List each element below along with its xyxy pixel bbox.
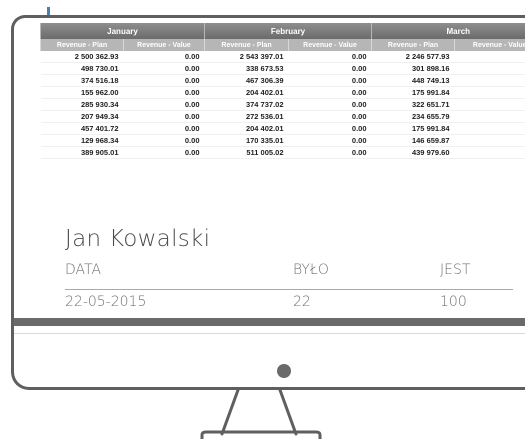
table-cell: 389 905.01 [40, 146, 124, 159]
table-cell: 0.00 [454, 110, 525, 123]
table-cell: 0.00 [454, 134, 525, 147]
revenue-table-body: 2 500 362.93 0.00 2 543 397.01 0.00 2 246 57… [40, 51, 525, 159]
table-cell: 207 949.34 [40, 110, 124, 123]
table-cell: 0.00 [288, 51, 372, 63]
table-cell: 0.00 [454, 51, 525, 63]
table-cell: 0.00 [288, 62, 372, 75]
month-header-march: March [371, 23, 525, 39]
profile-name: Jan Kowalski [65, 226, 211, 252]
table-cell: 0.00 [123, 62, 205, 75]
table-cell: 0.00 [123, 98, 205, 111]
table-cell: 0.00 [123, 51, 205, 63]
table-cell: 2 246 577.93 [371, 51, 455, 63]
table-cell: 0.00 [288, 122, 372, 135]
date-value: 22-05-2015 [65, 294, 147, 310]
table-cell: 0.00 [454, 98, 525, 111]
table-cell: 0.00 [288, 110, 372, 123]
table-cell: 0.00 [454, 62, 525, 75]
table-cell: 129 968.34 [40, 134, 124, 147]
table-cell: 374 516.18 [40, 74, 124, 87]
table-cell: 234 655.79 [371, 110, 455, 123]
now-value: 100 [440, 294, 467, 310]
table-row: 389 905.010.00511 005.020.00439 979.600.… [40, 146, 525, 159]
table-cell: 0.00 [454, 74, 525, 87]
power-button-icon[interactable] [277, 364, 291, 378]
column-header: Revenue - Plan [204, 39, 289, 51]
table-cell: 0.00 [123, 122, 205, 135]
table-cell: 175 991.84 [371, 122, 455, 135]
table-cell: 2 500 362.93 [40, 51, 124, 63]
table-cell: 0.00 [123, 146, 205, 159]
table-cell: 2 543 397.01 [204, 51, 289, 63]
table-cell: 0.00 [123, 74, 205, 87]
table-cell: 448 749.13 [371, 74, 455, 87]
table-cell: 374 737.02 [204, 98, 289, 111]
table-cell: 0.00 [288, 134, 372, 147]
table-cell: 285 930.34 [40, 98, 124, 111]
date-label: DATA [65, 262, 102, 278]
month-header-february: February [203, 23, 372, 39]
table-cell: 146 659.87 [371, 134, 455, 147]
divider [65, 289, 513, 290]
screen-bottom-edge [14, 318, 525, 326]
table-cell: 439 979.60 [371, 146, 455, 159]
table-cell: 0.00 [454, 122, 525, 135]
table-cell: 0.00 [123, 134, 205, 147]
table-cell: 338 673.53 [204, 62, 289, 75]
chin-divider [14, 333, 525, 334]
table-cell: 204 402.01 [204, 122, 289, 135]
table-row: 498 730.010.00338 673.530.00301 898.160.… [40, 62, 525, 75]
table-row: 129 968.340.00170 335.010.00146 659.870.… [40, 134, 525, 147]
table-row: 285 930.340.00374 737.020.00322 651.710.… [40, 98, 525, 111]
month-header-january: January [40, 23, 205, 39]
column-header: Revenue - Plan [371, 39, 455, 51]
table-cell: 0.00 [288, 86, 372, 99]
monitor: January February March Revenue - Plan Re… [11, 15, 525, 390]
table-cell: 511 005.02 [204, 146, 289, 159]
table-cell: 457 401.72 [40, 122, 124, 135]
column-header-row: Revenue - Plan Revenue - Value Revenue -… [40, 39, 525, 51]
table-cell: 0.00 [288, 74, 372, 87]
monitor-stand [200, 388, 322, 439]
table-cell: 170 335.01 [204, 134, 289, 147]
column-header: Revenue - Value [454, 39, 525, 51]
table-row: 207 949.340.00272 536.010.00234 655.790.… [40, 110, 525, 123]
before-label: BYŁO [293, 262, 329, 278]
table-cell: 175 991.84 [371, 86, 455, 99]
month-header-row: January February March [40, 23, 525, 39]
table-cell: 301 898.16 [371, 62, 455, 75]
table-cell: 0.00 [454, 86, 525, 99]
table-cell: 467 306.39 [204, 74, 289, 87]
table-cell: 0.00 [288, 146, 372, 159]
table-cell: 0.00 [288, 98, 372, 111]
before-value: 22 [293, 294, 311, 310]
table-cell: 0.00 [123, 110, 205, 123]
table-cell: 322 651.71 [371, 98, 455, 111]
now-label: JEST [440, 262, 471, 278]
table-row: 155 962.000.00204 402.010.00175 991.840.… [40, 86, 525, 99]
table-cell: 0.00 [123, 86, 205, 99]
column-header: Revenue - Plan [40, 39, 124, 51]
table-cell: 204 402.01 [204, 86, 289, 99]
table-row: 374 516.180.00467 306.390.00448 749.130.… [40, 74, 525, 87]
table-row: 457 401.720.00204 402.010.00175 991.840.… [40, 122, 525, 135]
table-row: 2 500 362.93 0.00 2 543 397.01 0.00 2 246 57… [40, 51, 525, 63]
revenue-table: January February March Revenue - Plan Re… [40, 23, 525, 159]
column-header: Revenue - Value [287, 39, 372, 51]
monitor-screen: January February March Revenue - Plan Re… [30, 21, 525, 318]
table-cell: 155 962.00 [40, 86, 124, 99]
table-cell: 498 730.01 [40, 62, 124, 75]
table-cell: 0.00 [454, 146, 525, 159]
column-header: Revenue - Value [123, 39, 205, 51]
table-cell: 272 536.01 [204, 110, 289, 123]
